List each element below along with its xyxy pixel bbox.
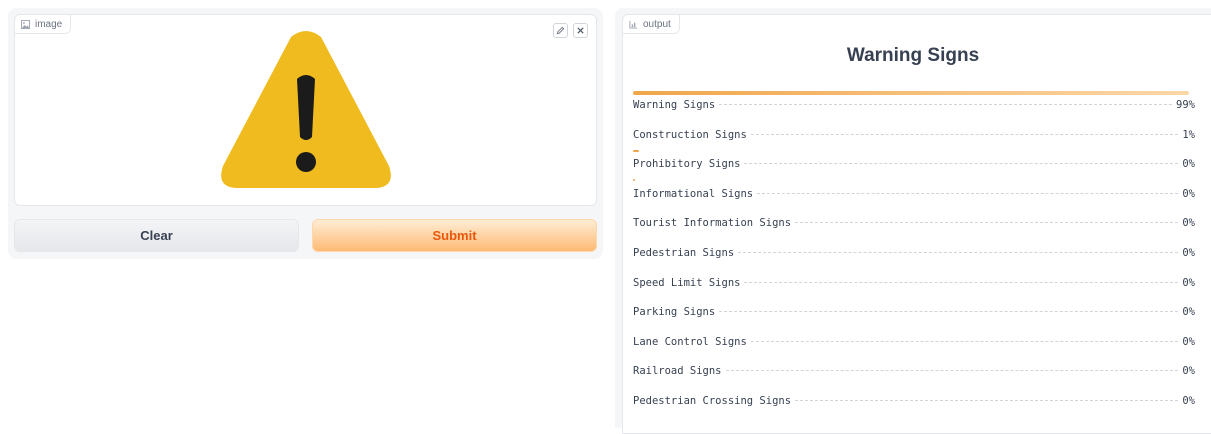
- confidence-label: Speed Limit Signs: [633, 276, 741, 289]
- dotted-leader: [795, 399, 1179, 401]
- confidence-label: Pedestrian Signs: [633, 246, 735, 259]
- confidence-label: Construction Signs: [633, 128, 747, 141]
- confidence-row: Parking Signs 0%: [633, 306, 1195, 336]
- dotted-leader: [744, 163, 1179, 165]
- confidence-row: Construction Signs 1%: [633, 129, 1195, 159]
- confidence-row: Prohibitory Signs 0%: [633, 158, 1195, 188]
- confidence-label: Informational Signs: [633, 187, 754, 200]
- confidence-value: 99%: [1176, 99, 1195, 111]
- confidence-value: 0%: [1182, 217, 1195, 230]
- confidence-row: Warning Signs 99%: [633, 99, 1195, 129]
- confidence-value: 0%: [1182, 187, 1195, 200]
- confidence-value: 0%: [1182, 394, 1195, 407]
- confidence-value: 0%: [1182, 335, 1195, 348]
- confidence-label: Tourist Information Signs: [633, 217, 792, 230]
- confidence-row: Pedestrian Signs 0%: [633, 247, 1195, 277]
- confidence-row: Speed Limit Signs 0%: [633, 277, 1195, 307]
- clear-image-button[interactable]: [573, 23, 588, 38]
- image-icon: [21, 19, 30, 29]
- confidence-row: Lane Control Signs 0%: [633, 336, 1195, 366]
- confidence-row: Tourist Information Signs 0%: [633, 217, 1195, 247]
- dotted-leader: [750, 340, 1179, 342]
- warning-sign-icon: [221, 31, 391, 188]
- confidence-bar: [633, 149, 639, 152]
- dotted-leader: [795, 222, 1179, 224]
- predicted-label-title: Warning Signs: [846, 45, 980, 66]
- output-label-text: output: [643, 18, 671, 30]
- confidence-value: 0%: [1182, 365, 1195, 378]
- confidence-value: 0%: [1182, 158, 1195, 171]
- confidence-row: Pedestrian Crossing Signs 0%: [633, 395, 1195, 425]
- confidence-label: Railroad Signs: [633, 365, 722, 378]
- submit-button[interactable]: Submit: [312, 219, 597, 252]
- confidence-label: Lane Control Signs: [633, 335, 747, 348]
- bar-chart-icon: [629, 20, 638, 29]
- confidence-label: Prohibitory Signs: [633, 158, 741, 171]
- dotted-leader: [738, 251, 1179, 253]
- image-panel-label: image: [14, 14, 72, 34]
- dotted-leader: [757, 192, 1179, 194]
- confidence-value: 0%: [1182, 276, 1195, 289]
- output-panel-label: output: [622, 14, 680, 34]
- dotted-leader: [719, 104, 1173, 105]
- confidence-label: Parking Signs: [633, 306, 716, 319]
- clear-button[interactable]: Clear: [14, 219, 299, 252]
- edit-button[interactable]: [553, 23, 568, 38]
- confidence-label: Pedestrian Crossing Signs: [633, 394, 792, 407]
- image-input-panel[interactable]: image: [14, 14, 597, 206]
- top-confidence-bar: [633, 91, 1189, 95]
- image-label-text: image: [35, 18, 63, 30]
- confidence-bar: [633, 179, 635, 182]
- close-icon: [576, 26, 585, 35]
- dotted-leader: [744, 281, 1179, 283]
- dotted-leader: [719, 311, 1179, 313]
- dotted-leader: [725, 370, 1179, 372]
- confidence-list: Warning Signs 99% Construction Signs 1% Proh…: [633, 99, 1195, 425]
- pencil-icon: [556, 26, 565, 35]
- confidence-value: 1%: [1182, 128, 1195, 141]
- confidence-value: 0%: [1182, 246, 1195, 259]
- confidence-label: Warning Signs: [633, 99, 716, 111]
- dotted-leader: [750, 133, 1179, 135]
- input-column: image Clear Submit: [8, 8, 603, 259]
- confidence-row: Informational Signs 0%: [633, 188, 1195, 218]
- confidence-row: Railroad Signs 0%: [633, 365, 1195, 395]
- output-column: output Warning Signs Warning Signs 99% Con…: [615, 8, 1211, 434]
- output-panel: output Warning Signs Warning Signs 99% Con…: [622, 14, 1211, 434]
- confidence-value: 0%: [1182, 306, 1195, 319]
